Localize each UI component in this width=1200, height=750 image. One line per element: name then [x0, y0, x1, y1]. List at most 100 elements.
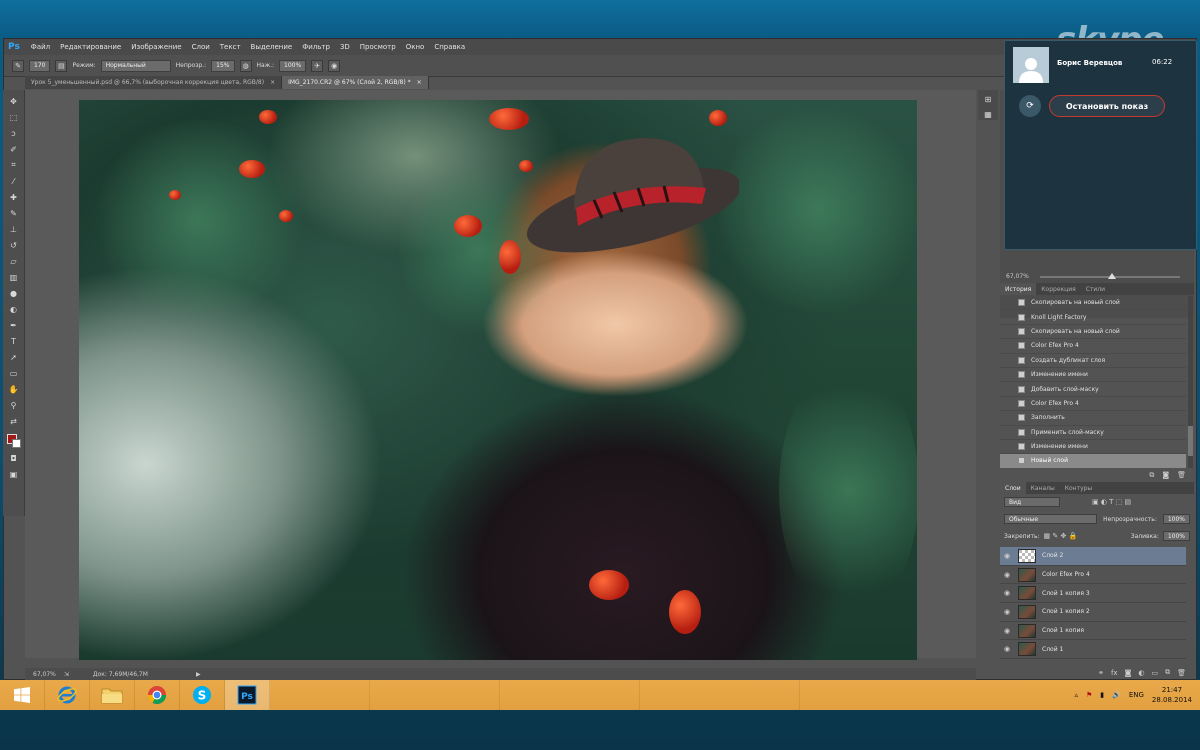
healing-tool-icon[interactable]: ✚ — [8, 191, 20, 203]
menu-3d[interactable]: 3D — [335, 43, 355, 51]
history-item[interactable]: Изменение имени — [1000, 368, 1186, 383]
zoom-readout[interactable]: 67,07% — [33, 671, 56, 678]
history-item[interactable]: Добавить слой-маску — [1000, 382, 1186, 397]
blend-mode-select[interactable]: Обычные — [1004, 514, 1098, 524]
history-item-selected[interactable]: Новый слой — [1000, 454, 1186, 468]
eyedropper-tool-icon[interactable]: ⁄ — [8, 175, 20, 187]
new-document-from-state-icon[interactable]: ⧉ — [1149, 471, 1154, 480]
brush-panel-icon[interactable]: ▤ — [55, 59, 68, 72]
path-select-tool-icon[interactable]: ➚ — [8, 351, 20, 363]
layer-row[interactable]: ◉ Слой 1 копия — [1000, 622, 1186, 641]
tab-close-icon[interactable]: × — [417, 79, 422, 86]
trash-icon[interactable]: 🗑 — [1177, 471, 1186, 479]
tab-layers[interactable]: Слои — [1000, 482, 1026, 494]
history-item[interactable]: Применить слой-маску — [1000, 426, 1186, 440]
layer-fill-field[interactable]: 100% — [1162, 531, 1190, 541]
tab-styles[interactable]: Стили — [1081, 283, 1110, 295]
history-item[interactable]: Knoll Light Factory — [1000, 310, 1186, 325]
taskbar-chrome[interactable] — [135, 680, 180, 710]
flow-field[interactable]: 100% — [279, 59, 307, 72]
brush-tool-icon[interactable]: ✎ — [12, 59, 24, 72]
history-scrollbar[interactable] — [1188, 296, 1193, 468]
layer-row[interactable]: ◉ Слой 1 копия 2 — [1000, 603, 1186, 622]
history-item[interactable]: Скопировать на новый слой — [1000, 296, 1186, 311]
type-tool-icon[interactable]: T — [8, 335, 20, 347]
brush-size-picker[interactable]: 170 — [29, 59, 51, 72]
new-layer-icon[interactable]: ⧉ — [1165, 668, 1170, 677]
network-icon[interactable]: ▮ — [1100, 691, 1104, 699]
document-photo[interactable] — [79, 100, 917, 660]
brush-tool-icon[interactable]: ✎ — [8, 207, 20, 219]
quick-select-tool-icon[interactable]: ✐ — [8, 143, 20, 155]
swap-colors-icon[interactable]: ⇄ — [8, 415, 20, 427]
lock-icons[interactable]: ▦ ✎ ✥ 🔒 — [1044, 532, 1078, 540]
layer-row[interactable]: ◉ Слой 1 копия 3 — [1000, 584, 1186, 604]
hand-tool-icon[interactable]: ✋ — [8, 383, 20, 395]
status-arrow-icon[interactable]: ▶ — [196, 671, 201, 678]
mode-select[interactable]: Нормальный — [100, 59, 171, 72]
tab-channels[interactable]: Каналы — [1026, 482, 1060, 494]
link-layers-icon[interactable]: ⚭ — [1098, 669, 1104, 677]
menu-window[interactable]: Окно — [401, 43, 430, 51]
crop-tool-icon[interactable]: ⌗ — [8, 159, 20, 171]
eraser-tool-icon[interactable]: ▱ — [8, 255, 20, 267]
zoom-tool-icon[interactable]: ⚲ — [8, 399, 20, 411]
menu-edit[interactable]: Редактирование — [55, 43, 126, 51]
tab-lesson-psd[interactable]: Урок 5_уменьшенный.psd @ 66,7% (выборочн… — [25, 76, 283, 89]
layer-filter-icons[interactable]: ▣ ◐ T ⬚ ▤ — [1092, 498, 1131, 506]
history-item[interactable]: Color Efex Pro 4 — [1000, 397, 1186, 412]
menu-view[interactable]: Просмотр — [355, 43, 401, 51]
screen-mode-icon[interactable]: ▣ — [8, 468, 20, 480]
navigator-zoom[interactable]: 67,07% — [1006, 273, 1029, 280]
menu-filter[interactable]: Фильтр — [297, 43, 335, 51]
opacity-field[interactable]: 15% — [211, 59, 235, 72]
language-indicator[interactable]: ENG — [1129, 691, 1144, 699]
visibility-eye-icon[interactable]: ◉ — [1000, 645, 1014, 653]
dodge-tool-icon[interactable]: ◐ — [8, 303, 20, 315]
menu-file[interactable]: Файл — [26, 43, 55, 51]
stop-sharing-button[interactable]: Остановить показ — [1049, 95, 1165, 117]
visibility-eye-icon[interactable]: ◉ — [1000, 552, 1014, 560]
flag-icon[interactable]: ⚑ — [1086, 691, 1092, 699]
lasso-tool-icon[interactable]: ↄ — [8, 127, 20, 139]
export-icon[interactable]: ⇲ — [64, 671, 69, 678]
start-button[interactable] — [0, 680, 45, 710]
background-color[interactable] — [11, 439, 21, 448]
history-item[interactable]: Создать дубликат слоя — [1000, 354, 1186, 368]
delete-layer-icon[interactable]: 🗑 — [1177, 669, 1186, 677]
pressure-opacity-icon[interactable]: ◍ — [239, 59, 252, 72]
menu-image[interactable]: Изображение — [126, 43, 186, 51]
quick-mask-icon[interactable]: ◘ — [8, 452, 20, 464]
tab-adjustments[interactable]: Коррекция — [1036, 283, 1080, 295]
fx-icon[interactable]: fx — [1111, 669, 1118, 677]
taskbar-file-explorer[interactable] — [90, 680, 135, 710]
taskbar-photoshop[interactable]: Ps — [225, 680, 270, 710]
layer-row[interactable]: ◉ Слой 1 — [1000, 640, 1186, 660]
tab-close-icon[interactable]: × — [270, 79, 275, 86]
layer-opacity-field[interactable]: 100% — [1162, 514, 1190, 524]
stamp-tool-icon[interactable]: ⊥ — [8, 223, 20, 235]
tab-paths[interactable]: Контуры — [1060, 482, 1097, 494]
layer-kind-filter[interactable]: Вид — [1004, 497, 1060, 507]
history-item[interactable]: Изменение имени — [1000, 440, 1186, 455]
marquee-tool-icon[interactable]: ⬚ — [8, 111, 20, 123]
visibility-eye-icon[interactable]: ◉ — [1000, 608, 1014, 616]
new-group-icon[interactable]: ▭ — [1151, 669, 1158, 677]
history-item[interactable]: Заполнить — [1000, 411, 1186, 426]
menu-type[interactable]: Текст — [215, 43, 246, 51]
pressure-size-icon[interactable]: ◉ — [328, 59, 341, 72]
history-brush-icon[interactable]: ↺ — [8, 239, 20, 251]
color-swatches[interactable] — [6, 434, 21, 448]
volume-icon[interactable]: 🔊 — [1112, 691, 1121, 699]
gradient-tool-icon[interactable]: ▥ — [8, 271, 20, 283]
move-tool-icon[interactable]: ✥ — [8, 95, 20, 107]
tab-history[interactable]: История — [1000, 283, 1037, 295]
layer-row[interactable]: ◉ Color Efex Pro 4 — [1000, 566, 1186, 585]
visibility-eye-icon[interactable]: ◉ — [1000, 627, 1014, 635]
visibility-eye-icon[interactable]: ◉ — [1000, 571, 1014, 579]
history-item[interactable]: Color Efex Pro 4 — [1000, 339, 1186, 354]
clock[interactable]: 21:47 28.08.2014 — [1152, 685, 1192, 705]
pen-tool-icon[interactable]: ✒ — [8, 319, 20, 331]
add-mask-icon[interactable]: ◙ — [1125, 669, 1132, 677]
shape-tool-icon[interactable]: ▭ — [8, 367, 20, 379]
